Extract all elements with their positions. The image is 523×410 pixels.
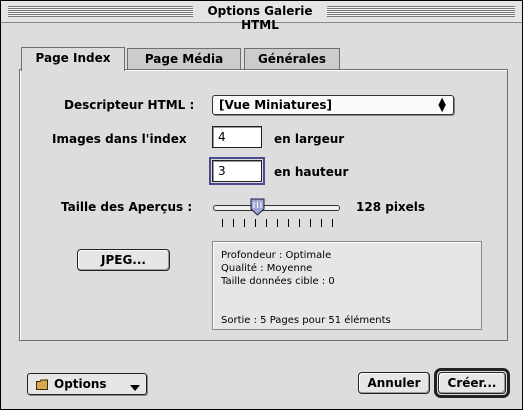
tab-page-media[interactable]: Page Média [127, 48, 241, 70]
slider-tick [277, 219, 278, 227]
slider-tick [321, 219, 322, 227]
title-bar-stripes-right [327, 6, 515, 17]
largeur-suffix: en largeur [274, 132, 345, 146]
info-qualite: Qualité : Moyenne [221, 263, 313, 274]
images-index-label: Images dans l'index [52, 132, 187, 146]
cancel-button[interactable]: Annuler [358, 372, 430, 394]
slider-tick [222, 219, 223, 227]
info-box: Profondeur : Optimale Qualité : Moyenne … [212, 241, 482, 330]
taille-slider-ticks [222, 219, 333, 227]
info-sortie: Sortie : 5 Pages pour 51 éléments [221, 315, 391, 326]
hauteur-value: 3 [218, 164, 226, 178]
create-button[interactable]: Créer... [438, 372, 506, 394]
taille-apercus-label: Taille des Aperçus : [61, 200, 193, 214]
title-bar-stripes-left [8, 6, 193, 17]
window-title: Options Galerie HTML [207, 4, 313, 32]
tab-page-index[interactable]: Page Index [21, 47, 125, 71]
slider-tick [332, 219, 333, 227]
slider-tick [299, 219, 300, 227]
taille-slider-track[interactable] [213, 205, 340, 211]
largeur-field[interactable]: 4 [212, 126, 262, 148]
slider-tick [310, 219, 311, 227]
slider-tick [255, 219, 256, 227]
slider-tick [233, 219, 234, 227]
taille-value: 128 pixels [356, 200, 426, 214]
descripteur-value: [Vue Miniatures] [219, 98, 332, 112]
triangle-down-icon [130, 385, 140, 391]
options-galerie-window: Options Galerie HTML Page Index Page Méd… [0, 0, 523, 410]
options-label: Options [54, 377, 107, 391]
slider-tick [244, 219, 245, 227]
jpeg-button[interactable]: JPEG... [77, 249, 170, 271]
hauteur-suffix: en hauteur [274, 165, 349, 179]
options-popup-button[interactable]: Options [27, 373, 147, 395]
tab-generales[interactable]: Générales [244, 48, 340, 70]
info-profondeur: Profondeur : Optimale [221, 250, 332, 261]
title-bar[interactable]: Options Galerie HTML [1, 1, 522, 32]
slider-tick [266, 219, 267, 227]
folder-icon [36, 379, 48, 390]
descripteur-label: Descripteur HTML : [64, 98, 195, 112]
up-down-arrows-icon: ▲ ▼ [438, 96, 446, 114]
slider-tick [288, 219, 289, 227]
taille-slider-thumb[interactable] [250, 198, 265, 216]
largeur-value: 4 [218, 130, 226, 144]
info-taille: Taille données cible : 0 [221, 276, 335, 287]
descripteur-popup[interactable]: [Vue Miniatures] ▲ ▼ [212, 95, 454, 115]
hauteur-field[interactable]: 3 [209, 157, 265, 185]
